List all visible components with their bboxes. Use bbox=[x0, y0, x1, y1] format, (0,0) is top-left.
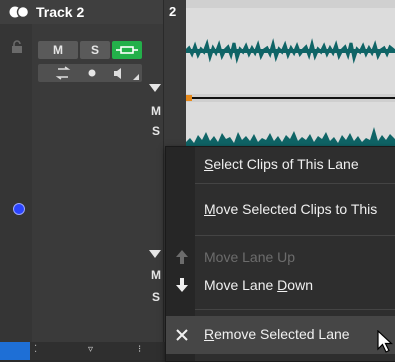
filter-icon[interactable]: ▿ bbox=[88, 344, 93, 355]
grip-icon[interactable]: ⁚ bbox=[34, 344, 37, 355]
track-controls-row bbox=[38, 64, 142, 82]
record-indicator-dot[interactable] bbox=[13, 203, 25, 215]
close-icon bbox=[176, 329, 188, 341]
lane-solo-label[interactable]: S bbox=[152, 124, 160, 138]
lane-mute-label[interactable]: M bbox=[151, 104, 161, 118]
menu-item-label: Move Lane Down bbox=[204, 277, 313, 293]
menu-item-label: Select Clips of This Lane bbox=[204, 156, 359, 172]
track-title-bar[interactable]: Track 2 bbox=[0, 0, 163, 24]
menu-separator bbox=[195, 183, 395, 184]
track-number: 2 bbox=[169, 4, 177, 19]
track-toggle-icon[interactable] bbox=[9, 6, 29, 18]
clip-lane-2[interactable] bbox=[186, 102, 395, 148]
lane2-solo-label[interactable]: S bbox=[152, 290, 160, 304]
mouse-pointer-icon bbox=[377, 330, 393, 353]
mute-button[interactable]: M bbox=[38, 41, 78, 59]
menu-item-select-clips[interactable]: Select Clips of This Lane bbox=[166, 147, 395, 183]
clip-lane-1[interactable] bbox=[184, 8, 395, 94]
track-title: Track 2 bbox=[36, 4, 85, 20]
separator-line bbox=[192, 97, 395, 99]
lane-header-strip bbox=[186, 0, 395, 8]
monitor-button[interactable] bbox=[112, 41, 142, 59]
menu-item-label: Remove Selected Lane bbox=[204, 326, 350, 342]
solo-button[interactable]: S bbox=[80, 41, 110, 59]
track-footer: ⁚ ▿ ⁝ bbox=[0, 342, 185, 360]
routing-icon[interactable] bbox=[55, 66, 71, 80]
record-dot-icon[interactable] bbox=[88, 69, 96, 77]
menu-item-label: Move Selected Clips to This bbox=[204, 201, 378, 217]
lane-context-menu: Select Clips of This Lane Move Selected … bbox=[165, 146, 395, 362]
menu-item-label: Move Lane Up bbox=[204, 249, 296, 265]
speaker-icon[interactable] bbox=[114, 68, 121, 79]
resize-grip-icon[interactable]: ⁝ bbox=[138, 344, 141, 355]
waveform-2 bbox=[186, 127, 395, 148]
menu-item-remove-selected-lane[interactable]: Remove Selected Lane bbox=[166, 316, 395, 354]
lane-collapse-icon-2[interactable] bbox=[149, 250, 161, 258]
menu-separator bbox=[195, 309, 395, 310]
arrow-up-icon bbox=[176, 250, 188, 264]
expand-corner-icon[interactable] bbox=[133, 74, 139, 80]
menu-separator bbox=[195, 235, 395, 236]
lane2-mute-label[interactable]: M bbox=[151, 268, 161, 282]
arrow-down-icon bbox=[176, 278, 188, 292]
lock-column bbox=[0, 24, 32, 342]
menu-item-move-lane-down[interactable]: Move Lane Down bbox=[166, 268, 395, 304]
menu-item-move-selected-clips[interactable]: Move Selected Clips to This bbox=[166, 192, 395, 228]
lock-icon[interactable] bbox=[10, 40, 24, 54]
waveform-1 bbox=[184, 38, 395, 64]
lane-separator[interactable] bbox=[186, 94, 395, 102]
monitor-icon bbox=[116, 46, 138, 54]
lane-collapse-icon[interactable] bbox=[149, 84, 161, 92]
selected-footer-block bbox=[0, 342, 30, 360]
